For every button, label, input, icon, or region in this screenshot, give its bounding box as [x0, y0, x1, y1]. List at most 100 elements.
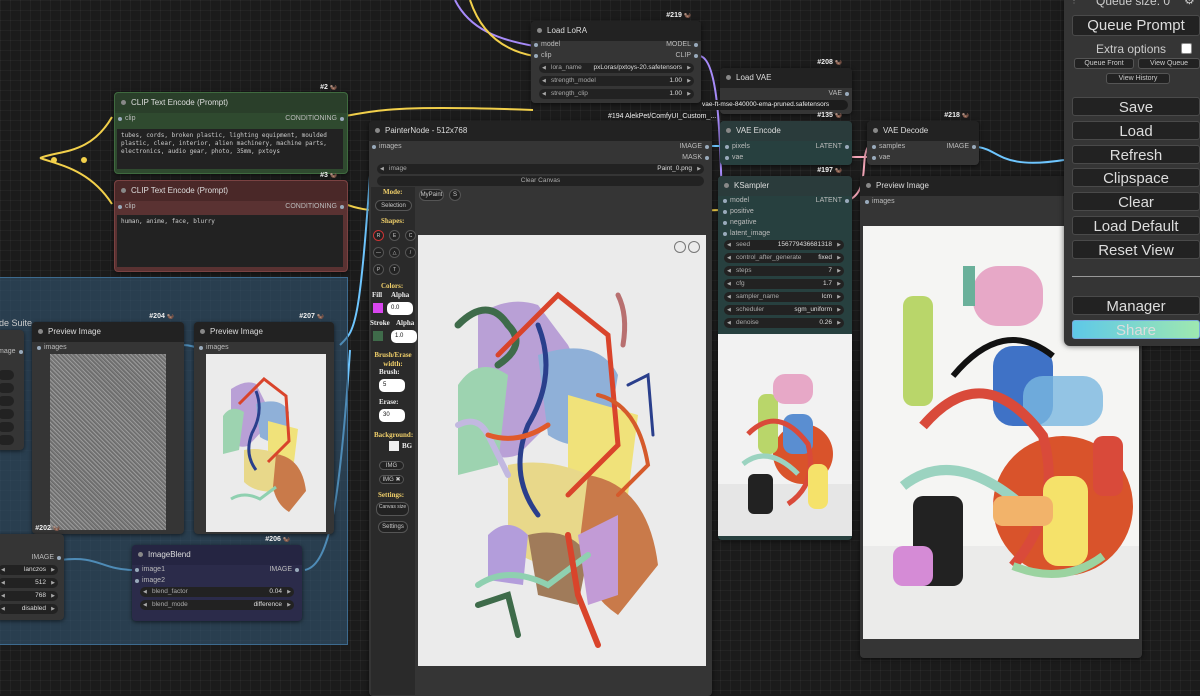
width-widget[interactable]: 512 [0, 578, 58, 588]
lora-name-widget[interactable]: lora_name pxLoras/pxtoys-20.safetensors [539, 63, 694, 73]
clip-text-encode-negative[interactable]: CLIP Text Encode (Prompt) #3 clip CONDIT… [114, 172, 348, 272]
circle-tool-icon[interactable]: C [405, 230, 416, 241]
image-scale-node-202[interactable]: #202 IMAGE lanczos 512 768 disabled [0, 525, 64, 620]
node-header[interactable]: Preview Image [194, 322, 334, 342]
clipspace-button[interactable]: Clipspace [1072, 168, 1200, 187]
node-header[interactable]: CLIP Text Encode (Prompt) [115, 181, 347, 201]
widget-stub[interactable] [0, 435, 14, 445]
share-button[interactable]: Share [1072, 320, 1200, 339]
output-vae[interactable]: VAE [829, 90, 849, 97]
bg-color-swatch[interactable] [389, 441, 399, 451]
vae-encode-node[interactable]: VAE Encode #135 pixels vae LATENT [720, 112, 852, 165]
seed-widget[interactable]: seed 156779436681318 [724, 240, 844, 250]
widget-stub[interactable] [0, 383, 14, 393]
output-image[interactable]: IMAGE [679, 143, 709, 150]
output-conditioning[interactable]: CONDITIONING [285, 115, 344, 122]
denoise-widget[interactable]: denoise 0.26 [724, 318, 844, 328]
queue-prompt-button[interactable]: Queue Prompt [1072, 15, 1200, 36]
mypaint-button[interactable]: MyPaint [419, 189, 444, 201]
text-tool-icon[interactable]: T [389, 264, 400, 275]
selection-button[interactable]: Selection [375, 200, 412, 211]
node-header[interactable]: Load LoRA [531, 21, 701, 41]
widget-stub[interactable] [0, 396, 14, 406]
ellipse-tool-icon[interactable]: E [389, 230, 400, 241]
input-images[interactable]: images [865, 198, 895, 205]
input-clip[interactable]: clip [118, 203, 136, 210]
canvas-lock-button[interactable] [688, 241, 700, 253]
preview-image-207-node[interactable]: Preview Image #207 images [194, 313, 334, 534]
blend-factor-widget[interactable]: blend_factor 0.04 [140, 587, 294, 597]
node-header[interactable]: Preview Image [32, 322, 184, 342]
prompt-textarea[interactable]: tubes, cords, broken plastic, lighting e… [117, 129, 343, 169]
brush-width-input[interactable]: 5 [379, 379, 405, 392]
input-clip[interactable]: clip [118, 115, 136, 122]
scheduler-widget[interactable]: scheduler sgm_uniform [724, 305, 844, 315]
input-negative[interactable]: negative [722, 219, 756, 226]
strength-model-widget[interactable]: strength_model 1.00 [539, 76, 694, 86]
vae-name-widget[interactable]: vae-ft-mse-840000-ema-pruned.safetensors [700, 100, 848, 110]
widget-stub[interactable] [0, 422, 14, 432]
input-vae[interactable]: vae [871, 154, 890, 161]
strength-clip-widget[interactable]: strength_clip 1.00 [539, 89, 694, 99]
refresh-button[interactable]: Refresh [1072, 145, 1200, 164]
image-blend-node[interactable]: ImageBlend #206 image1 image2 IMAGE blen… [132, 536, 302, 621]
node-header[interactable]: Load VAE [720, 68, 852, 88]
input-clip[interactable]: clip [534, 52, 552, 59]
canvas-size-button[interactable]: Canvas size [376, 502, 409, 516]
manager-button[interactable]: Manager [1072, 296, 1200, 315]
extra-options-checkbox[interactable] [1181, 43, 1192, 54]
output-mask[interactable]: MASK [682, 154, 709, 161]
clip-text-encode-positive[interactable]: CLIP Text Encode (Prompt) #2 clip CONDIT… [114, 84, 348, 174]
drag-handle-icon[interactable]: ⋮ [1070, 0, 1078, 5]
stroke-color-swatch[interactable] [373, 331, 383, 341]
queue-front-button[interactable]: Queue Front [1074, 58, 1134, 69]
input-positive[interactable]: positive [723, 208, 754, 215]
upscale-node-partial[interactable]: mage [0, 330, 24, 450]
stroke-alpha-input[interactable]: 1.0 [391, 330, 417, 343]
input-vae[interactable]: vae [724, 154, 743, 161]
sampler-name-widget[interactable]: sampler_name lcm [724, 292, 844, 302]
clear-button[interactable]: Clear [1072, 192, 1200, 211]
input-image1[interactable]: image1 [135, 566, 165, 573]
input-images[interactable]: images [199, 344, 229, 351]
img-button[interactable]: IMG [379, 461, 404, 470]
control-after-generate-widget[interactable]: control_after_generate fixed [724, 253, 844, 263]
img-remove-button[interactable]: IMG ✖ [379, 475, 404, 484]
crop-widget[interactable]: disabled [0, 604, 58, 614]
output-model[interactable]: MODEL [666, 41, 698, 48]
output-image[interactable]: IMAGE [269, 566, 299, 573]
painter-node[interactable]: PainterNode - 512x768 images IMAGE MASK … [369, 121, 712, 696]
input-pixels[interactable]: pixels [725, 143, 750, 150]
upscale-method-widget[interactable]: lanczos [0, 565, 58, 575]
fill-color-swatch[interactable] [373, 303, 383, 313]
load-default-button[interactable]: Load Default [1072, 216, 1200, 235]
output-latent[interactable]: LATENT [816, 197, 850, 204]
steps-widget[interactable]: steps 7 [724, 266, 844, 276]
slash-tool-icon[interactable]: / [405, 247, 416, 258]
node-header[interactable]: PainterNode - 512x768 [369, 121, 712, 141]
triangle-tool-icon[interactable]: △ [389, 247, 400, 258]
painter-canvas[interactable] [418, 235, 706, 666]
node-header[interactable]: KSampler [718, 176, 852, 196]
prompt-textarea[interactable]: human, anime, face, blurry [117, 215, 343, 267]
widget-stub[interactable] [0, 409, 14, 419]
image-select-widget[interactable]: image Paint_0.png [377, 164, 704, 174]
reset-view-button[interactable]: Reset View [1072, 240, 1200, 259]
node-header[interactable]: ImageBlend [132, 545, 302, 565]
height-widget[interactable]: 768 [0, 591, 58, 601]
line-tool-icon[interactable]: — [373, 247, 384, 258]
rect-tool-icon[interactable]: R [373, 230, 384, 241]
output-conditioning[interactable]: CONDITIONING [285, 203, 344, 210]
pencil-tool-icon[interactable]: P [373, 264, 384, 275]
ksampler-node[interactable]: KSampler #197 model positive negative la… [718, 167, 852, 540]
node-header[interactable]: CLIP Text Encode (Prompt) [115, 93, 347, 113]
input-model[interactable]: model [722, 197, 749, 204]
input-samples[interactable]: samples [871, 143, 905, 150]
erase-width-input[interactable]: 30 [379, 409, 405, 422]
cfg-widget[interactable]: cfg 1.7 [724, 279, 844, 289]
vae-decode-node[interactable]: VAE Decode #218 samples vae IMAGE [867, 112, 979, 165]
output-image[interactable]: IMAGE [946, 143, 976, 150]
output-latent[interactable]: LATENT [816, 143, 850, 150]
input-model[interactable]: model [533, 41, 560, 48]
load-button[interactable]: Load [1072, 121, 1200, 140]
